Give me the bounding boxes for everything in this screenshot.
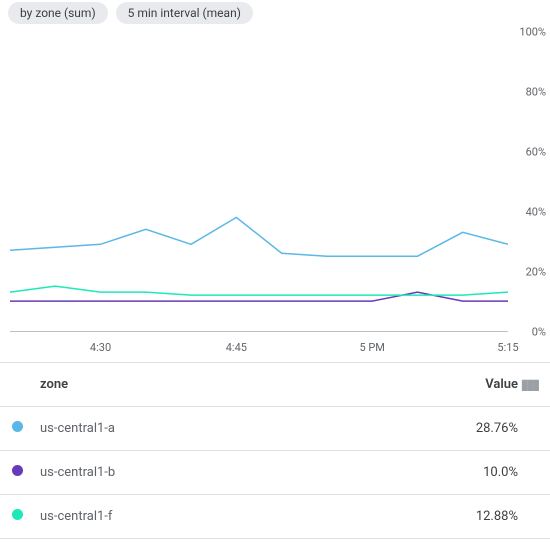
series-swatch: [12, 421, 23, 432]
plot-area: [10, 32, 508, 332]
legend-table: zone Value ▮▮▮ us-central1-a28.76%us-cen…: [0, 362, 550, 539]
series-name: us-central1-a: [32, 421, 438, 436]
series-swatch: [12, 509, 23, 520]
x-tick-label: 5:15: [497, 341, 518, 354]
legend-header: zone Value ▮▮▮: [0, 363, 550, 407]
series-swatch: [12, 465, 23, 476]
legend-row[interactable]: us-central1-b10.0%: [0, 451, 550, 495]
chip-interval[interactable]: 5 min interval (mean): [116, 2, 253, 24]
y-tick-label: 60%: [526, 146, 546, 159]
series-value: 28.76%: [438, 421, 518, 436]
x-tick-label: 4:30: [90, 341, 111, 354]
legend-row[interactable]: us-central1-f12.88%: [0, 495, 550, 539]
x-tick-label: 4:45: [226, 341, 247, 354]
series-value: 10.0%: [438, 465, 518, 480]
chip-group-by[interactable]: by zone (sum): [8, 2, 108, 24]
legend-header-name[interactable]: zone: [32, 377, 438, 392]
columns-icon[interactable]: ▮▮▮: [518, 377, 538, 393]
series-line: [10, 217, 508, 256]
y-tick-label: 20%: [526, 266, 546, 279]
series-name: us-central1-b: [32, 465, 438, 480]
series-value: 12.88%: [438, 509, 518, 524]
series-name: us-central1-f: [32, 509, 438, 524]
chart: 0%20%40%60%80%100%4:304:455 PM5:15: [0, 32, 550, 362]
legend-header-value[interactable]: Value: [438, 377, 518, 392]
series-line: [10, 292, 508, 301]
y-tick-label: 40%: [526, 206, 546, 219]
filter-chips: by zone (sum) 5 min interval (mean): [0, 0, 550, 32]
series-line: [10, 286, 508, 295]
legend-row[interactable]: us-central1-a28.76%: [0, 407, 550, 451]
y-tick-label: 0%: [532, 326, 546, 339]
x-tick-label: 5 PM: [359, 341, 384, 354]
chart-lines: [10, 32, 508, 331]
y-tick-label: 80%: [526, 86, 546, 99]
y-tick-label: 100%: [519, 26, 546, 39]
